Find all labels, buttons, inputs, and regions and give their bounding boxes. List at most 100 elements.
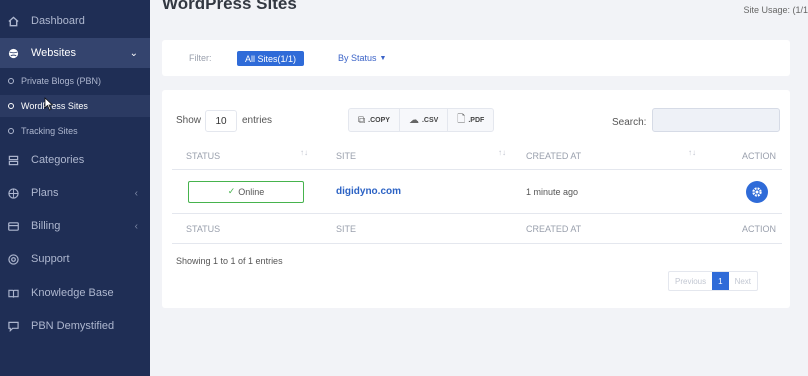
support-icon xyxy=(7,253,19,265)
sidebar-item-billing[interactable]: Billing ‹ xyxy=(0,216,150,236)
entries-length-select[interactable]: 10 xyxy=(205,110,237,132)
cloud-download-icon: ☁ xyxy=(408,114,419,126)
sidebar-subitem-label: Tracking Sites xyxy=(21,126,78,136)
home-icon xyxy=(7,15,19,27)
column-header-label: ACTION xyxy=(741,150,776,161)
by-status-dropdown[interactable]: By Status ▼ xyxy=(338,53,386,63)
column-footer-label: ACTION xyxy=(741,223,776,234)
sidebar-item-label: Knowledge Base xyxy=(31,287,114,299)
sidebar-item-websites[interactable]: Websites ⌄ xyxy=(0,38,150,68)
footer-column-created: CREATED AT xyxy=(510,224,698,234)
sidebar-subitem-private-blogs[interactable]: Private Blogs (PBN) xyxy=(0,70,150,92)
created-at-value: 1 minute ago xyxy=(526,186,579,197)
sidebar-item-support[interactable]: Support xyxy=(0,249,150,269)
sidebar-item-label: PBN Demystified xyxy=(31,320,115,332)
search-input[interactable] xyxy=(652,108,780,132)
sort-icon: ↑↓ xyxy=(300,147,308,157)
circle-icon xyxy=(8,103,14,109)
footer-column-site: SITE xyxy=(330,224,510,234)
filter-bar: Filter: All Sites(1/1) By Status ▼ xyxy=(162,40,790,76)
pdf-label: .PDF xyxy=(468,116,485,124)
caret-down-icon: ▼ xyxy=(379,54,387,62)
circle-icon xyxy=(8,78,14,84)
sidebar-item-knowledge-base[interactable]: Knowledge Base xyxy=(0,283,150,303)
column-header-site[interactable]: SITE ↑↓ xyxy=(330,147,510,161)
sidebar-item-categories[interactable]: Categories xyxy=(0,150,150,170)
search-label: Search: xyxy=(612,117,647,128)
copy-label: .COPY xyxy=(368,116,390,124)
site-cell: digidyno.com xyxy=(330,186,510,197)
sidebar-item-pbn-demystified[interactable]: PBN Demystified xyxy=(0,316,150,336)
sidebar-subitem-label: WordPress Sites xyxy=(21,101,88,111)
sidebar-subitem-tracking-sites[interactable]: Tracking Sites xyxy=(0,120,150,142)
globe-icon xyxy=(7,47,19,59)
copy-icon: ⧉ xyxy=(358,114,366,126)
sidebar: Dashboard Websites ⌄ Private Blogs (PBN)… xyxy=(0,0,150,376)
column-header-label: SITE xyxy=(336,150,357,161)
csv-label: .CSV xyxy=(421,116,439,124)
file-icon: 🗋 xyxy=(457,113,466,125)
sidebar-subitem-label: Private Blogs (PBN) xyxy=(21,76,102,86)
site-usage: Site Usage: (1/1 xyxy=(743,5,808,15)
page-1-button[interactable]: 1 xyxy=(712,272,729,290)
sort-icon: ↑↓ xyxy=(688,147,696,157)
table-footer-header: STATUS SITE CREATED AT ACTION xyxy=(172,214,782,244)
by-status-label: By Status xyxy=(338,53,377,63)
column-header-label: CREATED AT xyxy=(526,150,582,161)
site-link[interactable]: digidyno.com xyxy=(336,186,401,197)
sidebar-item-label: Plans xyxy=(31,187,59,199)
sidebar-item-label: Websites xyxy=(31,47,77,59)
all-sites-filter-button[interactable]: All Sites(1/1) xyxy=(237,51,305,66)
chevron-left-icon: ‹ xyxy=(134,187,138,199)
copy-button[interactable]: ⧉ .COPY xyxy=(349,109,400,131)
plans-icon xyxy=(7,187,19,199)
csv-button[interactable]: ☁ .CSV xyxy=(400,109,449,131)
column-footer-label: SITE xyxy=(336,223,357,234)
pdf-button[interactable]: 🗋 .PDF xyxy=(448,109,493,131)
table-info: Showing 1 to 1 of 1 entries xyxy=(176,256,283,266)
column-footer-label: CREATED AT xyxy=(526,223,582,234)
mouse-cursor-icon xyxy=(44,97,54,111)
sidebar-item-label: Dashboard xyxy=(31,15,85,27)
gear-icon xyxy=(752,186,762,197)
table-row: ✓ Online digidyno.com 1 minute ago xyxy=(172,170,782,214)
sidebar-item-plans[interactable]: Plans ‹ xyxy=(0,183,150,203)
book-icon xyxy=(7,287,19,299)
card-icon xyxy=(7,220,19,232)
circle-icon xyxy=(8,128,14,134)
page-title: WordPress Sites xyxy=(162,0,297,13)
show-label: Show xyxy=(176,115,202,126)
footer-column-action: ACTION xyxy=(698,224,782,234)
filter-label: Filter: xyxy=(189,53,212,63)
site-settings-button[interactable] xyxy=(746,180,768,203)
previous-page-button[interactable]: Previous xyxy=(669,272,712,290)
sidebar-item-label: Categories xyxy=(31,154,85,166)
entries-label: entries xyxy=(242,115,273,126)
table-header: STATUS ↑↓ SITE ↑↓ CREATED AT ↑↓ ACTION xyxy=(172,142,782,170)
column-header-action: ACTION xyxy=(698,151,782,161)
column-header-label: STATUS xyxy=(186,150,221,161)
export-buttons: ⧉ .COPY ☁ .CSV 🗋 .PDF xyxy=(348,108,495,132)
chat-icon xyxy=(7,320,19,332)
chevron-left-icon: ‹ xyxy=(134,220,138,232)
column-header-status[interactable]: STATUS ↑↓ xyxy=(172,147,330,161)
sidebar-subitem-wordpress-sites[interactable]: WordPress Sites xyxy=(0,95,150,117)
chevron-down-icon: ⌄ xyxy=(129,47,138,59)
status-badge: ✓ Online xyxy=(188,180,304,203)
sidebar-item-label: Billing xyxy=(31,220,61,232)
created-cell: 1 minute ago xyxy=(510,187,698,197)
sidebar-item-dashboard[interactable]: Dashboard xyxy=(0,11,150,31)
check-icon: ✓ xyxy=(227,186,236,196)
column-header-created[interactable]: CREATED AT ↑↓ xyxy=(510,147,698,161)
column-footer-label: STATUS xyxy=(186,223,221,234)
list-icon xyxy=(7,154,19,166)
sort-icon: ↑↓ xyxy=(498,147,506,157)
sidebar-item-label: Support xyxy=(31,253,70,265)
status-text: Online xyxy=(238,186,265,197)
status-cell: ✓ Online xyxy=(172,180,330,203)
next-page-button[interactable]: Next xyxy=(729,272,757,290)
sites-table-card: Show 10 entries ⧉ .COPY ☁ .CSV 🗋 .PDF Se… xyxy=(162,90,790,308)
action-cell xyxy=(698,180,782,203)
pagination: Previous 1 Next xyxy=(668,271,759,291)
footer-column-status: STATUS xyxy=(172,224,330,234)
